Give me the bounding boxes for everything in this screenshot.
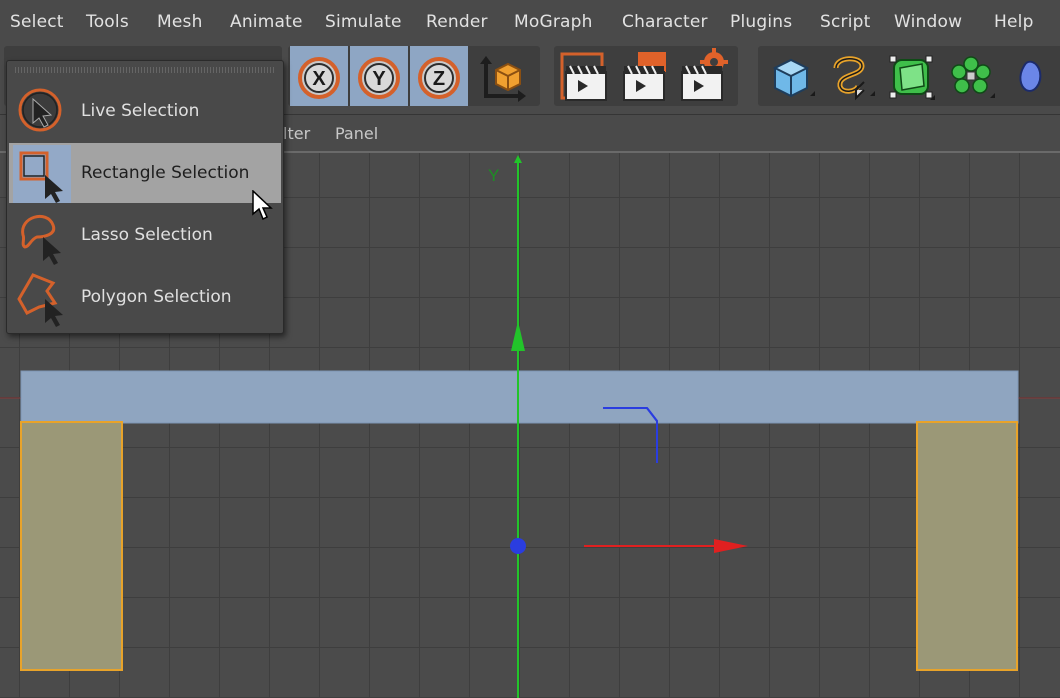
render-view-icon (560, 52, 607, 101)
svg-text:Z: Z (433, 68, 445, 90)
right-leg-object (916, 421, 1018, 671)
add-spline-button[interactable] (822, 46, 880, 106)
menu-render[interactable]: Render (426, 12, 488, 32)
subdivision-cube-icon (889, 55, 935, 100)
rectangle-selection-icon (13, 145, 71, 203)
menu-item-live-selection[interactable]: Live Selection (9, 81, 281, 141)
x-axis-gizmo-arrow (714, 539, 748, 553)
menu-select[interactable]: Select (10, 12, 64, 32)
viewport-menu-panel[interactable]: Panel (335, 124, 378, 143)
coordinate-system-button[interactable] (472, 46, 530, 106)
polygon-selection-icon (13, 269, 71, 327)
menu-item-polygon-selection[interactable]: Polygon Selection (9, 267, 281, 327)
z-axis-icon: Z (418, 57, 460, 99)
y-axis-label: Y (488, 166, 499, 185)
render-to-picture-viewer-button[interactable] (616, 46, 674, 106)
live-selection-icon (13, 83, 71, 141)
add-cube-button[interactable] (762, 46, 820, 106)
cloner-icon (951, 56, 995, 98)
viewport-menu-filter[interactable]: lter (283, 124, 310, 143)
lock-y-axis-button[interactable]: Y (350, 46, 408, 106)
menu-item-rectangle-selection[interactable]: Rectangle Selection (9, 143, 281, 203)
polygon-selection-label: Polygon Selection (81, 287, 232, 307)
object-origin-point (510, 538, 526, 554)
rectangle-selection-label: Rectangle Selection (81, 163, 250, 183)
lasso-selection-icon (13, 207, 71, 265)
render-view-button[interactable] (556, 46, 614, 106)
svg-text:X: X (312, 68, 326, 90)
selection-tools-dropdown: Live Selection Rectangle Selection Lasso… (6, 60, 284, 334)
menu-character[interactable]: Character (622, 12, 708, 32)
toolbar-group-axis: X Y Z (288, 46, 540, 106)
left-leg-object (20, 421, 123, 671)
mouse-cursor-icon (252, 190, 273, 221)
toolbar-group-objects (758, 46, 1060, 106)
menu-simulate[interactable]: Simulate (325, 12, 402, 32)
render-picture-viewer-icon (623, 52, 666, 101)
dropdown-tearoff-grip[interactable] (15, 67, 275, 73)
x-axis-icon: X (298, 57, 340, 99)
menu-mograph[interactable]: MoGraph (514, 12, 593, 32)
cinema4d-window: Select Tools Mesh Animate Simulate Rende… (0, 0, 1060, 698)
menu-script[interactable]: Script (820, 12, 871, 32)
render-settings-button[interactable] (676, 46, 734, 106)
menu-window[interactable]: Window (894, 12, 962, 32)
y-axis-icon: Y (358, 57, 400, 99)
live-selection-label: Live Selection (81, 101, 200, 121)
add-cloner-button[interactable] (942, 46, 1000, 106)
y-axis-top-arrow (514, 155, 522, 163)
menu-animate[interactable]: Animate (230, 12, 303, 32)
menu-mesh[interactable]: Mesh (157, 12, 203, 32)
cube-icon (772, 58, 815, 98)
add-deformer-button[interactable] (1002, 46, 1060, 106)
lock-x-axis-button[interactable]: X (290, 46, 348, 106)
lock-z-axis-button[interactable]: Z (410, 46, 468, 106)
menu-tools[interactable]: Tools (86, 12, 129, 32)
menu-bar: Select Tools Mesh Animate Simulate Rende… (0, 0, 1060, 47)
menu-help[interactable]: Help (994, 12, 1034, 32)
add-subdivision-button[interactable] (882, 46, 940, 106)
spline-pen-icon (833, 56, 875, 101)
world-coordinates-icon (480, 56, 526, 102)
toolbar-group-render (554, 46, 738, 106)
menu-plugins[interactable]: Plugins (730, 12, 792, 32)
selected-top-beam (20, 370, 1019, 424)
render-settings-icon (681, 48, 728, 101)
menu-item-lasso-selection[interactable]: Lasso Selection (9, 205, 281, 265)
bend-deformer-icon (1019, 60, 1042, 92)
lasso-selection-label: Lasso Selection (81, 225, 213, 245)
y-axis-gizmo-arrow (511, 321, 525, 351)
svg-text:Y: Y (372, 68, 386, 90)
